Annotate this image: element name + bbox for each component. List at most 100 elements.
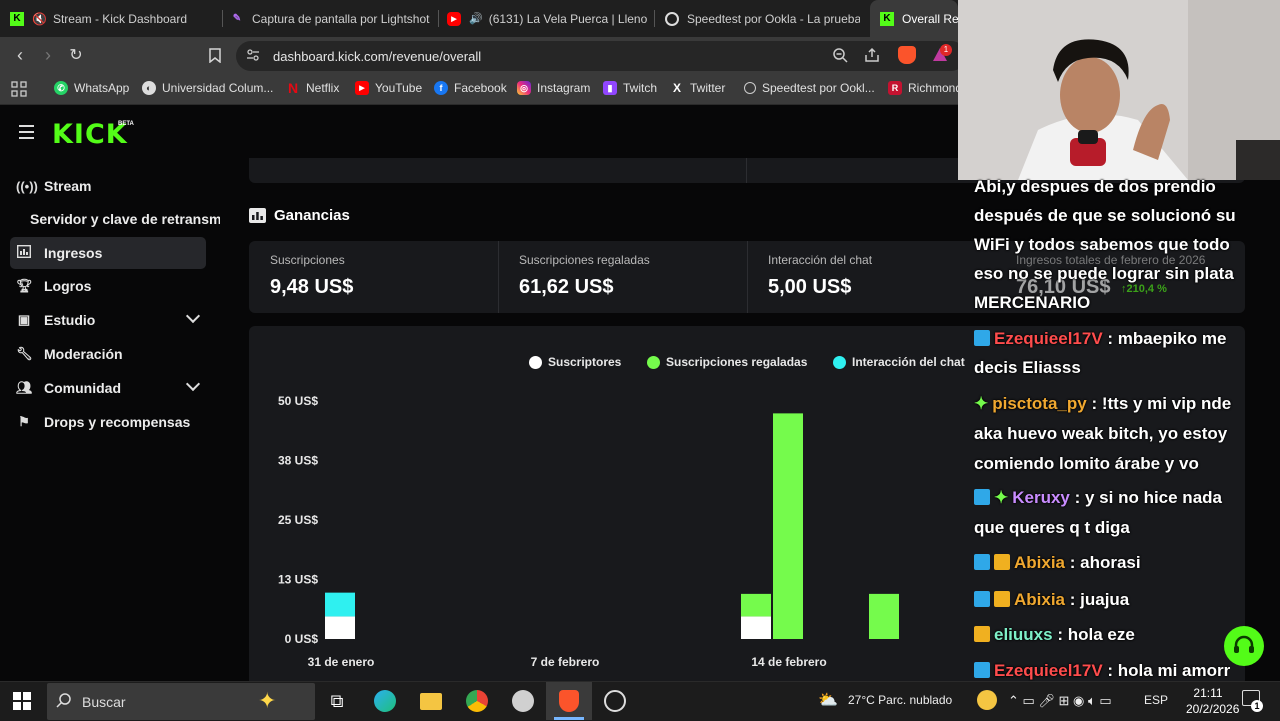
- crown-badge-icon: [974, 626, 990, 642]
- chat-username[interactable]: pisctota_py: [992, 394, 1086, 413]
- chat-text: : y si no hice nada: [1069, 488, 1222, 507]
- brave-icon: [559, 690, 579, 712]
- headset-icon: [1234, 635, 1254, 653]
- bookmark-richmond[interactable]: R Richmond: [888, 81, 962, 95]
- reload-button[interactable]: ↻: [66, 45, 86, 65]
- windows-icon: [13, 692, 31, 710]
- bookmark-label: Twitch: [623, 81, 658, 95]
- sidebar-item-ingresos[interactable]: Ingresos: [10, 237, 206, 269]
- task-view-icon: ⧉: [330, 690, 344, 711]
- chat-text: : juajua: [1065, 590, 1130, 609]
- clock[interactable]: 21:11 20/2/2026: [1186, 686, 1239, 716]
- sidebar-item-label: Ingresos: [44, 245, 103, 261]
- forward-button[interactable]: ›: [38, 45, 58, 65]
- emoji-icon[interactable]: [977, 690, 997, 710]
- bookmark-facebook[interactable]: f Facebook: [434, 81, 507, 95]
- chrome-button[interactable]: [465, 689, 489, 713]
- chat-username[interactable]: Abixia: [1014, 553, 1065, 572]
- bookmark-universidad[interactable]: ◐ Universidad Colum...: [142, 81, 273, 95]
- bookmark-youtube[interactable]: ▶ YouTube: [355, 81, 422, 95]
- chat-username[interactable]: Keruxy: [1012, 488, 1070, 507]
- bookmark-label: Instagram: [537, 81, 591, 95]
- weather-text[interactable]: 27°C Parc. nublado: [848, 693, 952, 707]
- revenue-icon: [16, 244, 32, 261]
- tab-separator: [438, 10, 439, 27]
- menu-icon[interactable]: [19, 125, 34, 143]
- bookmark-label: Universidad Colum...: [162, 81, 274, 95]
- stat-value: 5,00 US$: [768, 276, 852, 298]
- chat-username[interactable]: Abixia: [1014, 590, 1065, 609]
- chat-message: ✦ pisctota_py : !tts y mi vip nde: [974, 389, 1231, 419]
- url-text[interactable]: dashboard.kick.com/revenue/overall: [273, 49, 481, 64]
- chat-support-button[interactable]: [1224, 626, 1264, 666]
- zoom-out-icon[interactable]: [832, 47, 848, 63]
- bar-segment: [741, 593, 771, 617]
- bookmark-instagram[interactable]: ◎ Instagram: [517, 81, 590, 95]
- share-icon[interactable]: [864, 47, 880, 63]
- chat-line: eso no se puede lograr sin plata: [974, 259, 1234, 289]
- x-tick-label: 14 de febrero: [751, 655, 826, 669]
- broadcast-icon: ((•)): [16, 178, 38, 194]
- sidebar-item-logros[interactable]: 🏆︎ Logros: [10, 270, 206, 302]
- legend-label: Suscriptores: [548, 355, 622, 369]
- bookmark-whatsapp[interactable]: ✆ WhatsApp: [54, 81, 129, 95]
- bar-segment: [325, 592, 355, 617]
- bookmark-twitter[interactable]: X Twitter: [670, 81, 725, 95]
- brave-button[interactable]: [557, 689, 581, 713]
- sidebar-item-drops[interactable]: ⚑ Drops y recompensas: [10, 406, 206, 438]
- tab-youtube[interactable]: ▶ 🔊 (6131) La Vela Puerca | Llenos: [447, 0, 647, 37]
- tab-kick-stream[interactable]: K 🔇 Stream - Kick Dashboard: [10, 0, 220, 37]
- task-view-button[interactable]: ⧉: [325, 689, 349, 713]
- legend-interaccion-chat[interactable]: Interacción del chat: [833, 355, 965, 369]
- bookmark-speedtest[interactable]: Speedtest por Ookl...: [744, 81, 875, 95]
- windows-start-button[interactable]: [10, 689, 34, 713]
- chat-username[interactable]: Ezequieel17V: [994, 661, 1103, 680]
- bookmark-netflix[interactable]: N Netflix: [286, 80, 339, 96]
- file-explorer-button[interactable]: [419, 689, 443, 713]
- edge-button[interactable]: [373, 689, 397, 713]
- sidebar-item-server-key[interactable]: Servidor y clave de retransm: [30, 203, 220, 235]
- stat-suscripciones: Suscripciones 9,48 US$: [249, 241, 498, 313]
- speedtest-icon: [665, 11, 679, 26]
- beta-badge: BETA: [118, 121, 134, 127]
- brave-shields-icon[interactable]: [898, 46, 916, 64]
- weather-icon[interactable]: ⛅: [818, 690, 838, 710]
- tab-label: (6131) La Vela Puerca | Llenos: [488, 11, 647, 26]
- muted-icon[interactable]: 🔇: [32, 12, 47, 26]
- studio-icon: ▣: [17, 312, 31, 327]
- chevron-down-icon[interactable]: [185, 376, 201, 392]
- obs-button[interactable]: [511, 689, 535, 713]
- sidebar-item-estudio[interactable]: ▣ Estudio: [10, 304, 206, 336]
- sidebar-item-comunidad[interactable]: 👥︎ Comunidad: [10, 372, 206, 404]
- chat-text: : !tts y mi vip nde: [1086, 394, 1232, 413]
- speedtest-icon: [744, 82, 756, 94]
- legend-suscriptores[interactable]: Suscriptores: [529, 355, 621, 369]
- sidebar-item-moderacion[interactable]: 🔧︎ Moderación: [10, 338, 206, 370]
- bookmark-page-button[interactable]: [205, 45, 225, 65]
- chat-username[interactable]: eliuuxs: [994, 625, 1053, 644]
- legend-suscripciones-regaladas[interactable]: Suscripciones regaladas: [647, 355, 807, 369]
- sidebar-item-label: Comunidad: [44, 380, 121, 396]
- search-placeholder: Buscar: [82, 694, 126, 710]
- sidebar-item-stream[interactable]: ((•)) Stream: [10, 170, 206, 202]
- chat-username[interactable]: Ezequieel17V: [994, 329, 1103, 348]
- tab-lightshot[interactable]: ✎ Captura de pantalla por Lightshot: [230, 0, 435, 37]
- tray-icons[interactable]: ⌃ ▭ 🎤︎ ⊞ ◉ 🔈︎ ▭: [1008, 693, 1112, 709]
- tab-speedtest[interactable]: Speedtest por Ookla - La prueba: [665, 0, 860, 37]
- legend-dot: [529, 355, 542, 369]
- site-settings-icon[interactable]: [246, 48, 260, 62]
- tab-overall-revenue[interactable]: K Overall Rev: [870, 0, 958, 37]
- kick-logo[interactable]: KICK: [52, 119, 128, 150]
- drops-icon: ⚑: [18, 414, 30, 429]
- speedtest-app-button[interactable]: [603, 689, 627, 713]
- language-indicator[interactable]: ESP: [1144, 693, 1168, 707]
- speaker-icon[interactable]: 🔊: [469, 12, 483, 25]
- bookmark-twitch[interactable]: ▮ Twitch: [603, 81, 657, 95]
- back-button[interactable]: ‹: [10, 45, 30, 65]
- bar-segment: [869, 593, 899, 639]
- instagram-icon: ◎: [517, 81, 531, 95]
- bookmark-label: Speedtest por Ookl...: [762, 81, 875, 95]
- apps-grid-icon[interactable]: [11, 81, 27, 97]
- chevron-down-icon[interactable]: [185, 308, 201, 324]
- chat-line: después de que se solucionó su: [974, 201, 1236, 231]
